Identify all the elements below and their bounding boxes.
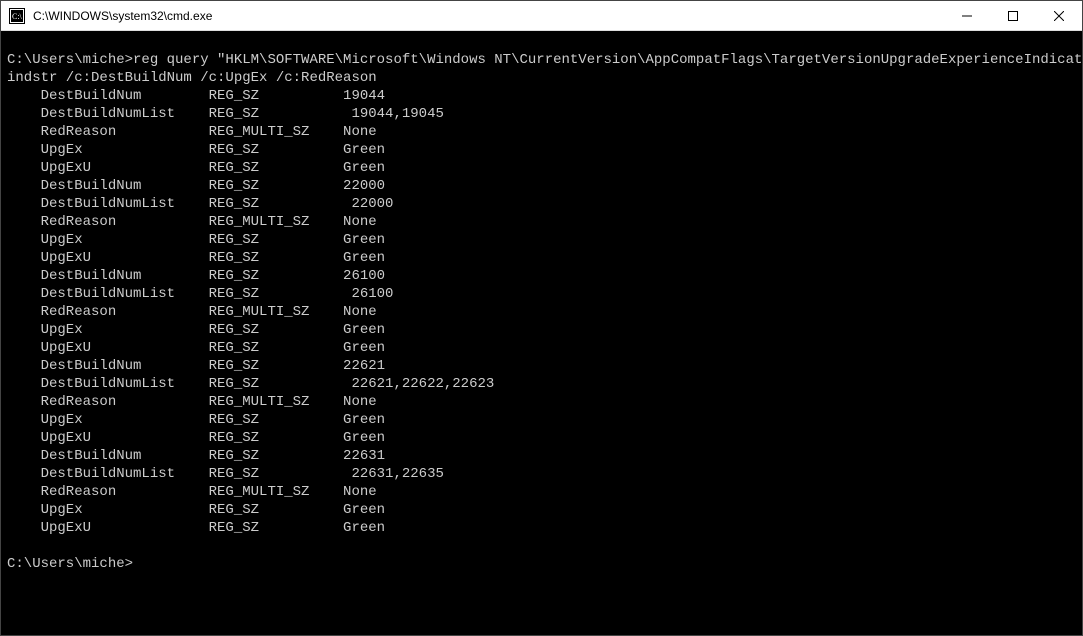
output-line: DestBuildNumList REG_SZ 22631,22635: [7, 465, 1076, 483]
output-line: UpgExU REG_SZ Green: [7, 519, 1076, 537]
titlebar[interactable]: C:\ C:\WINDOWS\system32\cmd.exe: [1, 1, 1082, 31]
output-line: RedReason REG_MULTI_SZ None: [7, 303, 1076, 321]
output-line: DestBuildNumList REG_SZ 19044,19045: [7, 105, 1076, 123]
output-line: UpgEx REG_SZ Green: [7, 141, 1076, 159]
output-line: RedReason REG_MULTI_SZ None: [7, 123, 1076, 141]
terminal-output[interactable]: C:\Users\miche>reg query "HKLM\SOFTWARE\…: [1, 31, 1082, 635]
output-line: UpgEx REG_SZ Green: [7, 231, 1076, 249]
output-line: DestBuildNum REG_SZ 22631: [7, 447, 1076, 465]
output-line: UpgEx REG_SZ Green: [7, 321, 1076, 339]
output-line: RedReason REG_MULTI_SZ None: [7, 483, 1076, 501]
output-line: DestBuildNum REG_SZ 19044: [7, 87, 1076, 105]
output-line: UpgExU REG_SZ Green: [7, 429, 1076, 447]
output-line: UpgExU REG_SZ Green: [7, 249, 1076, 267]
output-line: UpgExU REG_SZ Green: [7, 339, 1076, 357]
svg-text:C:\: C:\: [12, 12, 23, 21]
output-line: DestBuildNumList REG_SZ 26100: [7, 285, 1076, 303]
output-line: RedReason REG_MULTI_SZ None: [7, 393, 1076, 411]
command-line: indstr /c:DestBuildNum /c:UpgEx /c:RedRe…: [7, 69, 1076, 87]
minimize-button[interactable]: [944, 1, 990, 31]
output-line: UpgEx REG_SZ Green: [7, 501, 1076, 519]
output-line: DestBuildNum REG_SZ 26100: [7, 267, 1076, 285]
output-line: UpgEx REG_SZ Green: [7, 411, 1076, 429]
output-line: DestBuildNumList REG_SZ 22621,22622,2262…: [7, 375, 1076, 393]
prompt-line: C:\Users\miche>: [7, 555, 1076, 573]
output-line: DestBuildNum REG_SZ 22000: [7, 177, 1076, 195]
output-line: UpgExU REG_SZ Green: [7, 159, 1076, 177]
window-title: C:\WINDOWS\system32\cmd.exe: [31, 9, 944, 23]
output-line: DestBuildNumList REG_SZ 22000: [7, 195, 1076, 213]
maximize-button[interactable]: [990, 1, 1036, 31]
output-line: DestBuildNum REG_SZ 22621: [7, 357, 1076, 375]
window-controls: [944, 1, 1082, 30]
close-button[interactable]: [1036, 1, 1082, 31]
cmd-window: C:\ C:\WINDOWS\system32\cmd.exe C:\Users…: [0, 0, 1083, 636]
cmd-icon: C:\: [9, 8, 25, 24]
output-line: RedReason REG_MULTI_SZ None: [7, 213, 1076, 231]
command-line: C:\Users\miche>reg query "HKLM\SOFTWARE\…: [7, 51, 1076, 69]
